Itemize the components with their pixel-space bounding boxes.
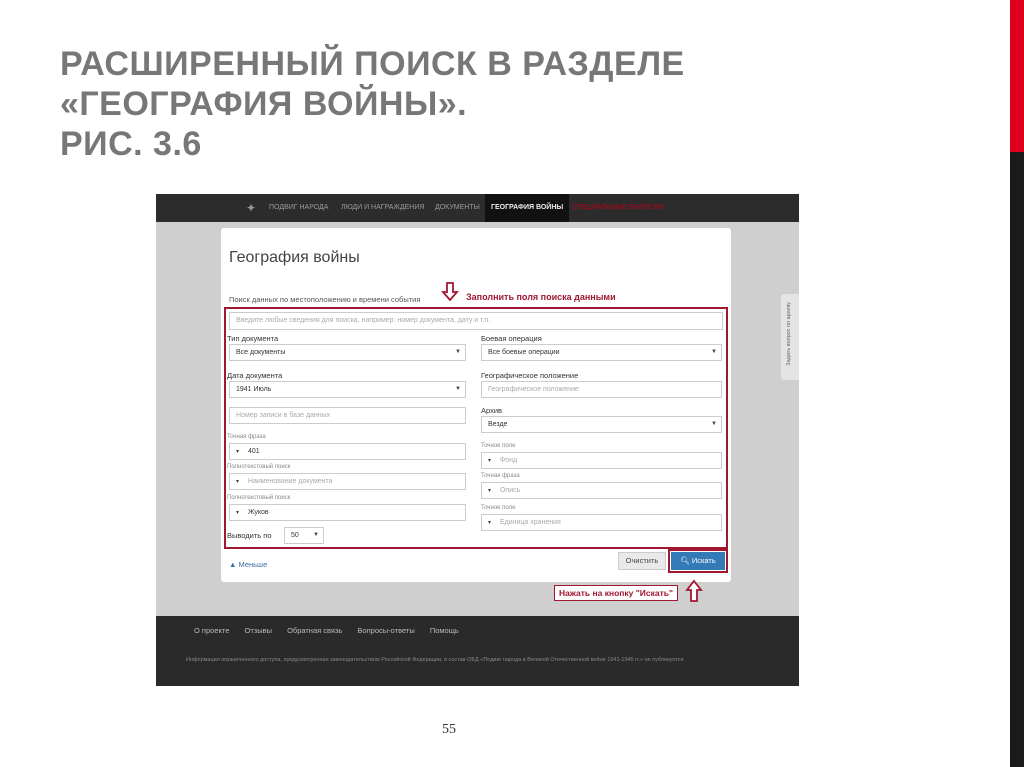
opis-placeholder: Опись xyxy=(499,487,521,494)
star-emblem-icon[interactable]: ✦ xyxy=(246,201,262,215)
operation-value: Все боевые операции xyxy=(488,349,560,356)
search-card: География войны Поиск данных по местопол… xyxy=(221,228,731,582)
fond-placeholder: Фонд xyxy=(499,457,518,464)
search-button-highlight: 🔍︎ Искать xyxy=(668,549,728,573)
chevron-down-icon: ▼ xyxy=(313,532,319,538)
search-icon: 🔍︎ xyxy=(680,556,690,565)
footer-link-help[interactable]: Помощь xyxy=(430,626,459,635)
exact-phrase-label: Точная фраза xyxy=(227,434,266,440)
per-page-label: Выводить по xyxy=(227,531,272,540)
nav-item-people[interactable]: ЛЮДИ И НАГРАЖДЕНИЯ xyxy=(341,194,424,222)
slide-title: Расширенный поиск в разделе «География в… xyxy=(60,44,820,164)
ask-question-tab[interactable]: Задать вопрос по архиву xyxy=(781,294,799,380)
footer-links: О проекте Отзывы Обратная связь Вопросы-… xyxy=(194,626,472,635)
chevron-down-icon: ▼ xyxy=(711,349,717,355)
chevron-down-icon: ▼ xyxy=(455,349,461,355)
chevron-down-icon[interactable]: ▾ xyxy=(236,506,246,520)
fulltext-input[interactable]: ▾ Наименование документа xyxy=(229,473,466,490)
exact-phrase-input[interactable]: ▾ 401 xyxy=(229,443,466,460)
geo-label: Географическое положение xyxy=(481,371,579,380)
unit-input[interactable]: ▾ Единица хранения xyxy=(481,514,722,531)
archive-value: Везде xyxy=(488,421,508,428)
slide-title-line: «География войны». xyxy=(60,85,468,123)
per-page-value: 50 xyxy=(291,532,299,539)
doc-date-value: 1941 Июль xyxy=(236,386,272,393)
slide-title-line: Расширенный поиск в разделе xyxy=(60,45,685,83)
card-title: География войны xyxy=(229,249,360,266)
chevron-down-icon[interactable]: ▾ xyxy=(488,454,498,468)
search-fields-frame: Введите любые сведения для поиска, напри… xyxy=(224,307,728,549)
press-search-note: Нажать на кнопку "Искать" xyxy=(554,585,679,601)
opis-input[interactable]: ▾ Опись xyxy=(481,482,722,499)
website-screenshot: ✦ ПОДВИГ НАРОДА ЛЮДИ И НАГРАЖДЕНИЯ ДОКУМ… xyxy=(156,194,799,686)
doc-type-select[interactable]: Все документы ▼ xyxy=(229,344,466,361)
page-number: 55 xyxy=(442,722,456,737)
chevron-down-icon: ▼ xyxy=(455,386,461,392)
exact-phrase-value: 401 xyxy=(247,448,260,455)
exact-phrase-label-right: Точная фраза xyxy=(481,473,520,479)
edge-stripe-dark xyxy=(1010,152,1024,767)
fulltext-placeholder: Наименование документа xyxy=(247,478,333,485)
footer-legal-text: Информация ограниченного доступа, предус… xyxy=(186,657,684,663)
fulltext-label-2: Полнотекстовый поиск xyxy=(227,495,291,501)
unit-placeholder: Единица хранения xyxy=(499,519,561,526)
less-link[interactable]: ▲ Меньше xyxy=(229,560,267,569)
doc-type-value: Все документы xyxy=(236,349,286,356)
chevron-down-icon[interactable]: ▾ xyxy=(236,475,246,489)
fond-input[interactable]: ▾ Фонд xyxy=(481,452,722,469)
top-navigation: ✦ ПОДВИГ НАРОДА ЛЮДИ И НАГРАЖДЕНИЯ ДОКУМ… xyxy=(156,194,799,222)
footer-link-reviews[interactable]: Отзывы xyxy=(244,626,271,635)
footer-link-feedback[interactable]: Обратная связь xyxy=(287,626,342,635)
exact-field-label: Точное поле xyxy=(481,443,516,449)
chevron-down-icon[interactable]: ▾ xyxy=(236,445,246,459)
search-hint: Поиск данных по местоположению и времени… xyxy=(229,295,421,304)
search-input[interactable]: Введите любые сведения для поиска, напри… xyxy=(229,312,723,330)
operation-label: Боевая операция xyxy=(481,334,542,343)
doc-type-label: Тип документа xyxy=(227,334,279,343)
nav-item-special[interactable]: СПЕЦИАЛЬНЫЕ ВЫПУСКИ xyxy=(572,194,663,222)
ask-question-label: Задать вопрос по архиву xyxy=(786,302,792,366)
geo-input[interactable]: Географическое положение xyxy=(481,381,722,398)
nav-item-documents[interactable]: ДОКУМЕНТЫ xyxy=(435,194,480,222)
nav-item-geography[interactable]: ГЕОГРАФИЯ ВОЙНЫ xyxy=(485,194,570,222)
search-button-label: Искать xyxy=(691,556,716,565)
operation-select[interactable]: Все боевые операции ▼ xyxy=(481,344,722,361)
archive-label: Архив xyxy=(481,406,503,415)
fulltext-input-2[interactable]: ▾ Жуков xyxy=(229,504,466,521)
fulltext-value: Жуков xyxy=(247,509,269,516)
per-page-select[interactable]: 50 ▼ xyxy=(284,527,324,544)
clear-button[interactable]: Очистить xyxy=(618,552,666,570)
nav-item-podvig[interactable]: ПОДВИГ НАРОДА xyxy=(269,194,328,222)
archive-select[interactable]: Везде ▼ xyxy=(481,416,722,433)
site-footer: О проекте Отзывы Обратная связь Вопросы-… xyxy=(156,616,799,686)
exact-field-label-2: Точное поле xyxy=(481,505,516,511)
footer-link-faq[interactable]: Вопросы-ответы xyxy=(357,626,414,635)
chevron-down-icon[interactable]: ▾ xyxy=(488,516,498,530)
doc-date-select[interactable]: 1941 Июль ▼ xyxy=(229,381,466,398)
arrow-down-icon xyxy=(441,282,459,302)
chevron-down-icon[interactable]: ▾ xyxy=(488,484,498,498)
search-button[interactable]: 🔍︎ Искать xyxy=(671,552,725,570)
edge-stripe-red xyxy=(1010,0,1024,152)
record-number-input[interactable]: Номер записи в базе данных xyxy=(229,407,466,424)
slide-title-line: Рис. 3.6 xyxy=(60,125,202,163)
fill-fields-note: Заполнить поля поиска данными xyxy=(466,292,616,302)
arrow-up-icon xyxy=(685,579,703,602)
chevron-down-icon: ▼ xyxy=(711,421,717,427)
doc-date-label: Дата документа xyxy=(227,371,283,380)
fulltext-label: Полнотекстовый поиск xyxy=(227,464,291,470)
footer-link-about[interactable]: О проекте xyxy=(194,626,229,635)
